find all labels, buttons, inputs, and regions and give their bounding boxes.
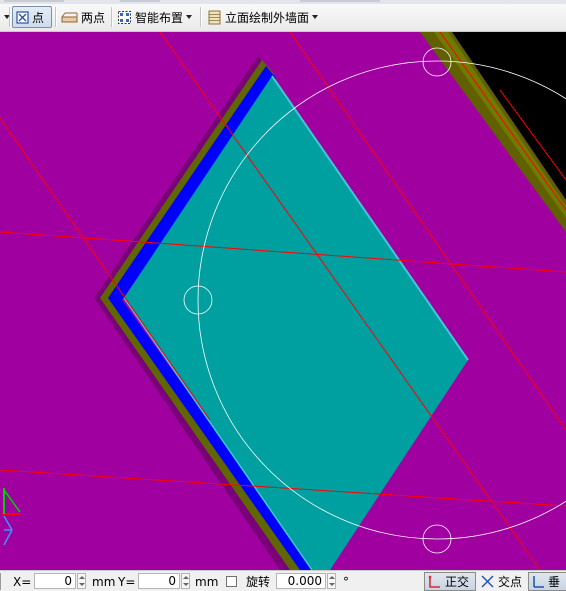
perpendicular-toggle[interactable]: 垂	[528, 572, 566, 591]
app-window: 点 两点 智能布置 立面绘制外墙面 X= 0 mm Y= 0 mm 旋转 0.0…	[0, 0, 566, 591]
y-label: Y=	[118, 574, 136, 589]
ortho-toggle[interactable]: 正交	[424, 572, 476, 591]
point-button[interactable]: 点	[12, 6, 52, 28]
two-point-button[interactable]: 两点	[58, 6, 108, 28]
toolbar: 点 两点 智能布置 立面绘制外墙面	[0, 0, 566, 32]
toolbar-separator	[55, 7, 57, 27]
elevation-wall-icon	[208, 10, 221, 24]
ortho-icon	[428, 575, 440, 588]
elevation-wall-label: 立面绘制外墙面	[225, 10, 310, 25]
rotate-label: 旋转	[246, 575, 271, 589]
degree-symbol: °	[343, 574, 349, 589]
axis-gizmo	[2, 488, 21, 546]
two-point-button-label: 两点	[80, 10, 105, 25]
drawing-canvas[interactable]	[0, 32, 566, 570]
rotate-angle-input[interactable]: 0.000	[276, 573, 326, 589]
y-coordinate-input[interactable]: 0	[138, 573, 180, 589]
point-button-label: 点	[32, 10, 45, 25]
toolbar-separator	[9, 7, 11, 27]
two-point-icon	[61, 12, 78, 22]
slab-region	[124, 76, 468, 570]
x-label: X=	[13, 574, 32, 589]
x-unit: mm	[92, 574, 116, 589]
perpendicular-label: 垂	[548, 575, 561, 589]
x-coordinate-input[interactable]: 0	[34, 573, 76, 589]
y-unit: mm	[195, 574, 219, 589]
intersection-label: 交点	[498, 575, 523, 589]
toolbar-separator	[111, 7, 113, 27]
rotate-checkbox[interactable]	[226, 576, 237, 587]
x-spinner[interactable]	[77, 573, 86, 589]
drawing-svg	[0, 32, 566, 570]
intersection-toggle[interactable]: 交点	[478, 572, 528, 591]
y-spinner[interactable]	[181, 573, 190, 589]
status-bar: X= 0 mm Y= 0 mm 旋转 0.000 ° 正交 交点 垂	[0, 570, 566, 591]
smart-layout-icon	[118, 10, 131, 24]
ortho-label: 正交	[445, 575, 470, 589]
smart-layout-label: 智能布置	[135, 10, 184, 25]
statusbar-edge	[0, 573, 5, 590]
smart-layout-dropdown[interactable]: 智能布置	[114, 6, 198, 28]
rotate-spinner[interactable]	[327, 573, 336, 589]
intersection-icon	[481, 575, 494, 588]
toolbar-separator	[200, 7, 202, 27]
chevron-down-icon	[186, 15, 193, 19]
prev-dropdown-caret[interactable]	[0, 6, 10, 28]
point-icon	[16, 10, 29, 24]
toolbar-top-strip	[0, 0, 566, 4]
chevron-down-icon	[312, 15, 319, 19]
perpendicular-icon	[533, 576, 544, 588]
elevation-wall-dropdown[interactable]: 立面绘制外墙面	[204, 6, 324, 28]
